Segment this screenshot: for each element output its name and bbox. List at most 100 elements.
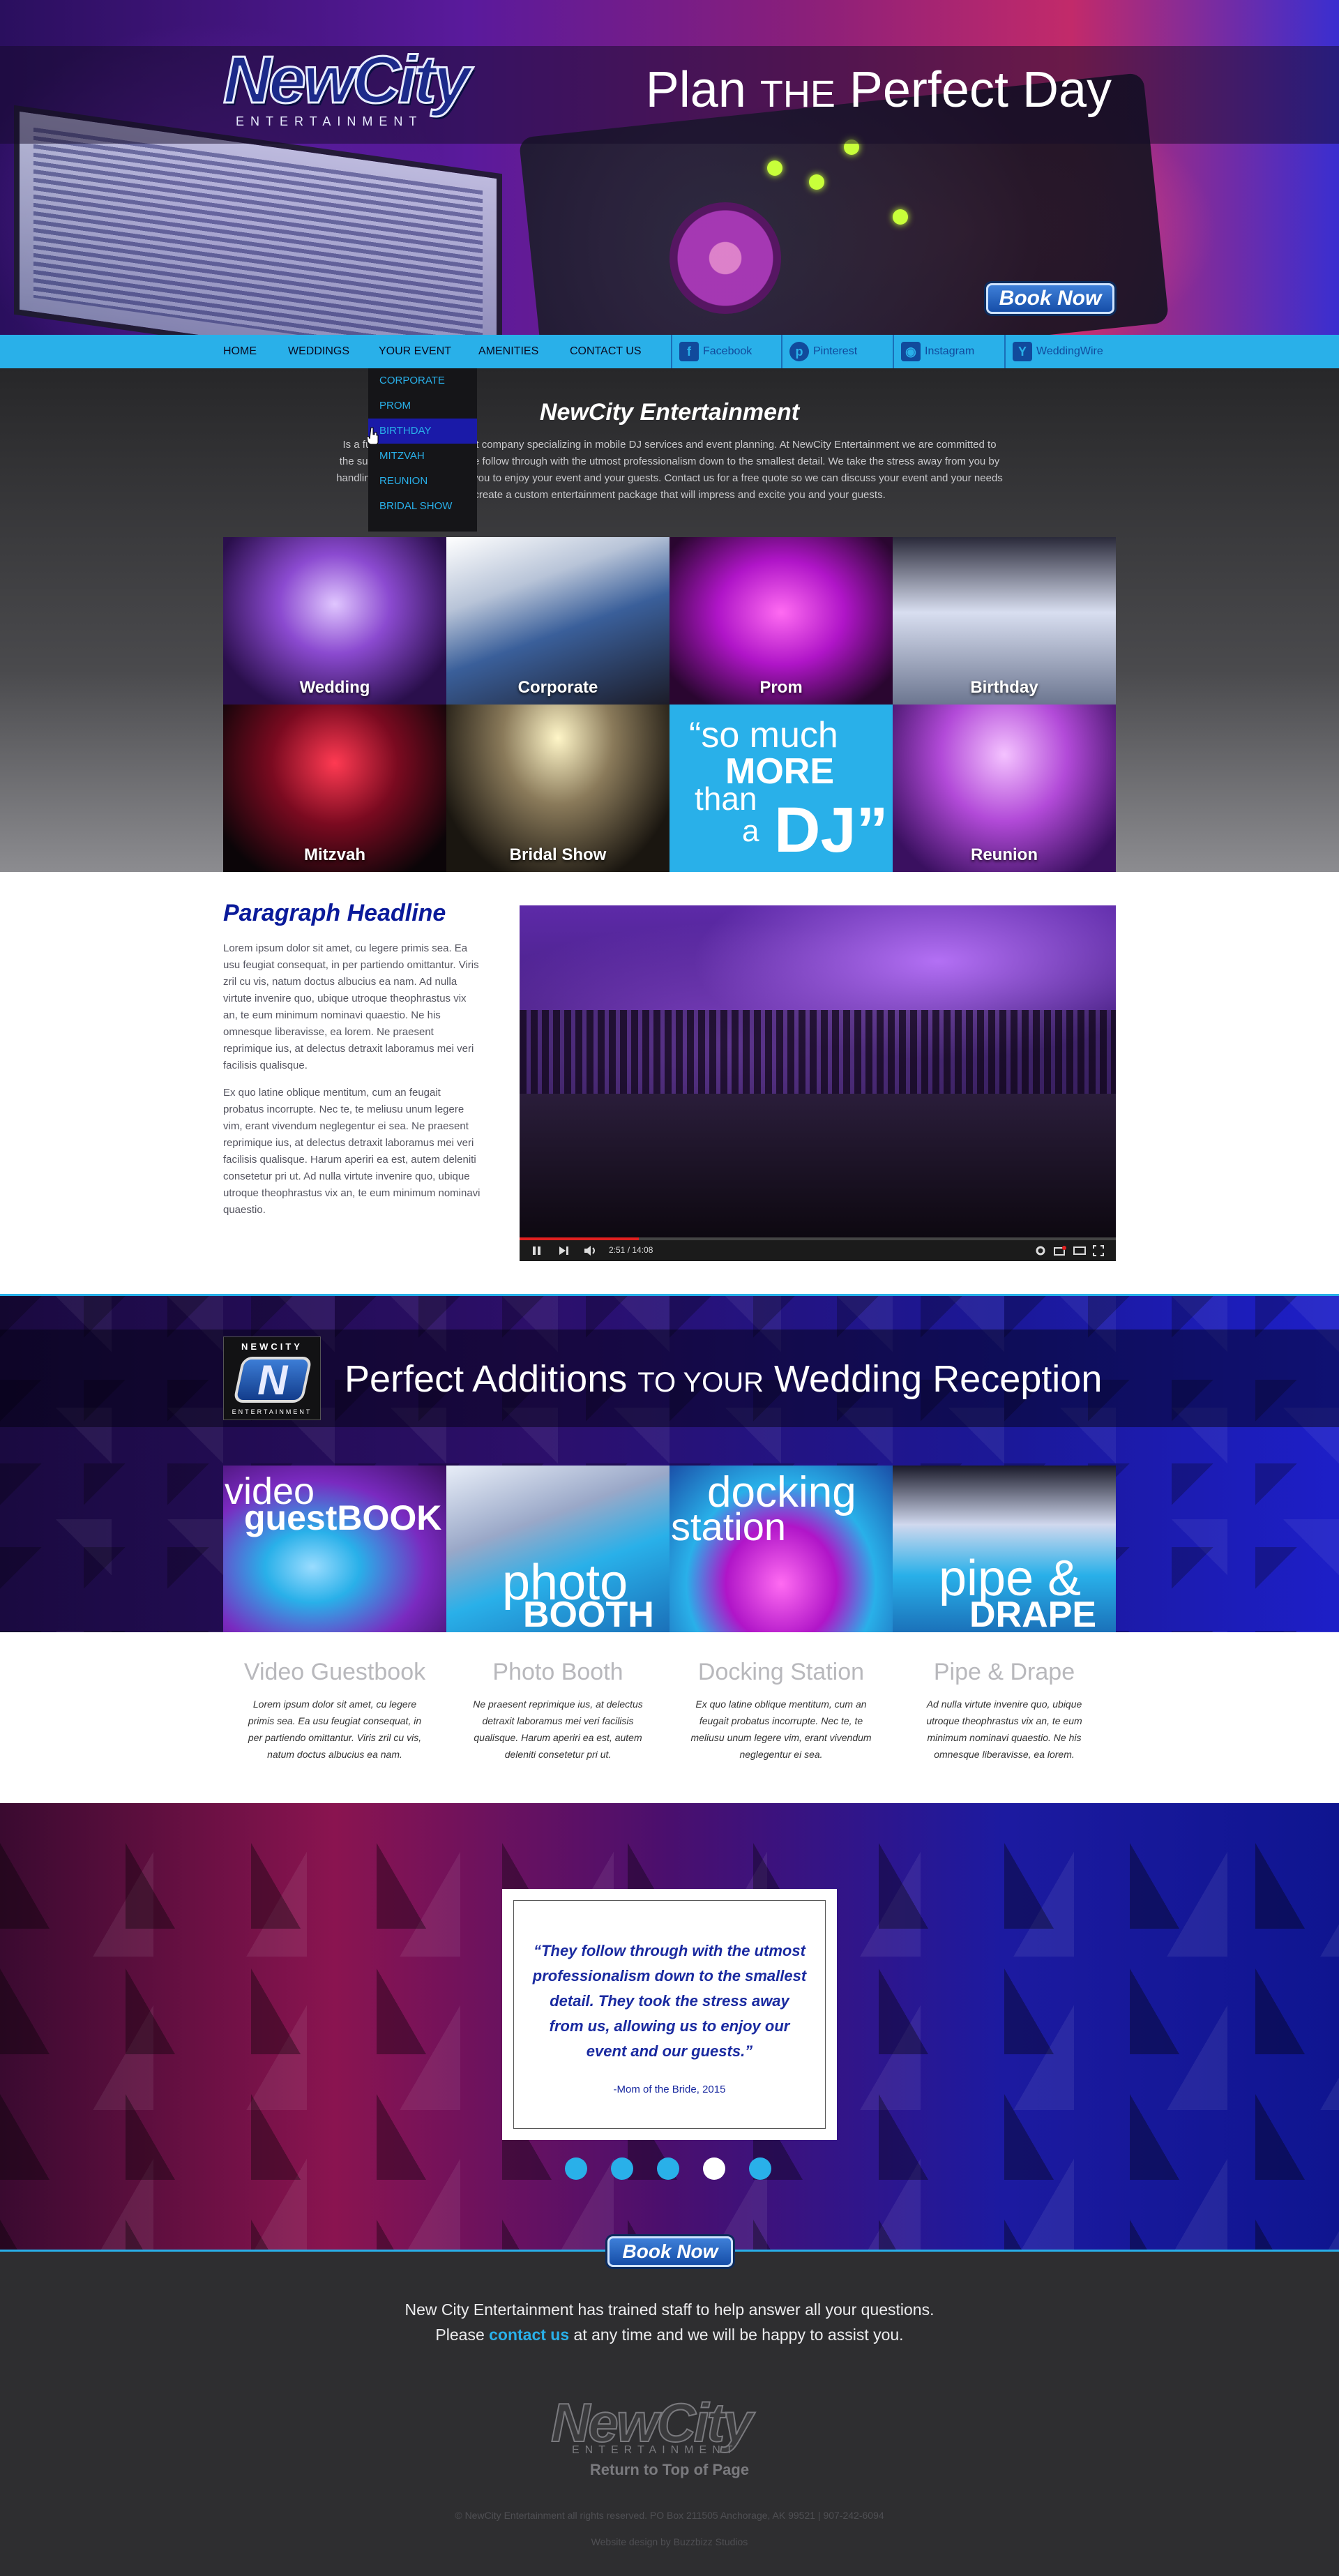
tile-wedding[interactable]: Wedding [223, 537, 446, 705]
tile-label: Mitzvah [303, 845, 365, 864]
badge-letter-box: N [232, 1357, 313, 1403]
page: NewCity ENTERTAINMENT Plan THE Perfect D… [0, 0, 1339, 2576]
tile-prom[interactable]: Prom [670, 537, 893, 705]
tile-photo-booth[interactable]: photo BOOTH [446, 1466, 670, 1634]
footer-book-now-button[interactable]: Book Now [607, 2236, 733, 2267]
social-label: Facebook [703, 345, 752, 357]
logo-subtitle: ENTERTAINMENT [236, 114, 423, 128]
addition-title: Video Guestbook [243, 1659, 426, 1685]
paragraph-body-2: Ex quo latine oblique mentitum, cum an f… [223, 1087, 481, 1216]
quote-line-3: than [695, 781, 757, 817]
dropdown-item-bridal-show[interactable]: BRIDAL SHOW [368, 494, 477, 519]
social-link-weddingwire[interactable]: Y WeddingWire [1004, 335, 1116, 368]
social-link-pinterest[interactable]: p Pinterest [781, 335, 893, 368]
tile-label: Prom [759, 678, 803, 697]
carousel-dot[interactable] [565, 2157, 587, 2180]
tile-word-2: BOOTH [523, 1595, 654, 1634]
turntable-platter [670, 202, 781, 314]
event-tiles-grid: Wedding Corporate Prom Birthday Mitzvah … [223, 537, 1116, 872]
hero-title-a: Plan [645, 62, 760, 118]
site-logo[interactable]: NewCity ENTERTAINMENT [222, 28, 523, 133]
main-nav: HOME WEDDINGS YOUR EVENT AMENITIES CONTA… [0, 335, 1339, 368]
social-label: Instagram [925, 345, 975, 357]
carousel-dot[interactable] [749, 2157, 771, 2180]
paragraph-headline: Paragraph Headline [223, 900, 446, 926]
return-to-top-link[interactable]: Return to Top of Page [0, 2461, 1339, 2479]
tile-video-guestbook[interactable]: video guestBOOK [223, 1466, 446, 1634]
pause-icon[interactable] [532, 1246, 542, 1256]
quote-line-5: DJ” [774, 794, 888, 866]
volume-icon[interactable] [584, 1245, 598, 1256]
nav-item-amenities[interactable]: AMENITIES [478, 335, 538, 368]
dropdown-item-reunion[interactable]: REUNION [368, 469, 477, 494]
tile-label: Birthday [970, 678, 1038, 697]
footer-line-2b: at any time and we will be happy to assi… [569, 2326, 904, 2344]
video-controls: 2:51 / 14:08 [520, 1237, 1116, 1261]
video-progress-bar[interactable] [520, 1237, 1116, 1240]
footer-logo[interactable]: NewCity ENTERTAINMENT [550, 2377, 788, 2456]
intro-title: NewCity Entertainment [539, 399, 800, 425]
tile-reunion[interactable]: Reunion [893, 705, 1116, 872]
carousel-dot[interactable] [703, 2157, 725, 2180]
additions-section: NEWCITY N ENTERTAINMENT Perfect Addition… [0, 1294, 1339, 1634]
tile-birthday[interactable]: Birthday [893, 537, 1116, 705]
tile-docking-station[interactable]: docking station [670, 1466, 893, 1634]
tile-corporate[interactable]: Corporate [446, 537, 670, 705]
addition-col-photo-booth: Photo Booth Ne praesent reprimique ius, … [446, 1659, 670, 1763]
instagram-icon: ◉ [901, 342, 921, 361]
video-player[interactable]: 2:51 / 14:08 [520, 905, 1116, 1261]
hero-title-caps: THE [759, 73, 835, 115]
footer-copyright: © NewCity Entertainment all rights reser… [455, 2510, 884, 2521]
next-icon[interactable] [559, 1246, 570, 1256]
fullscreen-icon[interactable] [1093, 1245, 1104, 1256]
social-label: Pinterest [813, 345, 858, 357]
paragraph-section: Paragraph Headline Lorem ipsum dolor sit… [0, 872, 1339, 1294]
addition-col-pipe-and-drape: Pipe & Drape Ad nulla virtute invenire q… [893, 1659, 1116, 1763]
pinterest-icon: p [789, 342, 809, 361]
weddingwire-icon: Y [1013, 342, 1032, 361]
dropdown-item-prom[interactable]: PROM [368, 393, 477, 419]
footer-contact-link[interactable]: contact us [489, 2326, 569, 2344]
footer-line-2: Please contact us at any time and we wil… [0, 2326, 1339, 2344]
testimonial-card: “They follow through with the utmost pro… [502, 1889, 837, 2140]
addition-col-video-guestbook: Video Guestbook Lorem ipsum dolor sit am… [223, 1659, 446, 1763]
tile-label: Bridal Show [509, 845, 607, 864]
badge-letter: N [257, 1357, 288, 1403]
nav-item-contact-us[interactable]: CONTACT US [570, 335, 642, 368]
testimonial-section: “They follow through with the utmost pro… [0, 1803, 1339, 2250]
carousel-dot[interactable] [657, 2157, 679, 2180]
footer-line-2a: Please [435, 2326, 490, 2344]
nav-item-weddings[interactable]: WEDDINGS [288, 335, 349, 368]
social-link-instagram[interactable]: ◉ Instagram [893, 335, 1004, 368]
additions-descriptions: Video Guestbook Lorem ipsum dolor sit am… [0, 1632, 1339, 1803]
video-dancefloor [520, 1094, 1116, 1240]
testimonial-quote: “They follow through with the utmost pro… [532, 1942, 807, 2060]
dropdown-item-birthday[interactable]: BIRTHDAY [368, 419, 477, 444]
theater-mode-icon[interactable] [1073, 1246, 1086, 1256]
nav-item-your-event[interactable]: YOUR EVENT [379, 335, 451, 368]
tile-word-2: station [671, 1505, 786, 1549]
logo-wordmark: NewCity [222, 42, 472, 119]
tile-pipe-and-drape[interactable]: pipe & DRAPE [893, 1466, 1116, 1634]
additions-title: Perfect Additions TO YOUR Wedding Recept… [345, 1357, 1102, 1401]
carousel-dot[interactable] [611, 2157, 633, 2180]
quote-line-4: a [742, 814, 759, 848]
addition-col-docking-station: Docking Station Ex quo latine oblique me… [670, 1659, 893, 1763]
social-label: WeddingWire [1036, 345, 1103, 357]
tile-mitzvah[interactable]: Mitzvah [223, 705, 446, 872]
hero-title-b: Perfect Day [835, 62, 1112, 118]
badge-bottom-text: ENTERTAINMENT [232, 1408, 312, 1415]
dropdown-item-corporate[interactable]: CORPORATE [368, 368, 477, 393]
testimonial-frame: “They follow through with the utmost pro… [513, 1900, 826, 2129]
tile-bridal-show[interactable]: Bridal Show [446, 705, 670, 872]
footer-credit[interactable]: Website design by Buzzbizz Studios [0, 2536, 1339, 2547]
hd-icon[interactable] [1054, 1246, 1066, 1256]
social-link-facebook[interactable]: f Facebook [671, 335, 781, 368]
additions-tiles: video guestBOOK photo BOOTH docking stat… [223, 1466, 1116, 1634]
dropdown-item-mitzvah[interactable]: MITZVAH [368, 444, 477, 469]
settings-icon[interactable] [1036, 1246, 1045, 1256]
book-now-button[interactable]: Book Now [986, 283, 1114, 314]
addition-title: Docking Station [697, 1659, 865, 1685]
additions-title-caps: TO YOUR [637, 1367, 764, 1398]
nav-item-home[interactable]: HOME [223, 335, 257, 368]
